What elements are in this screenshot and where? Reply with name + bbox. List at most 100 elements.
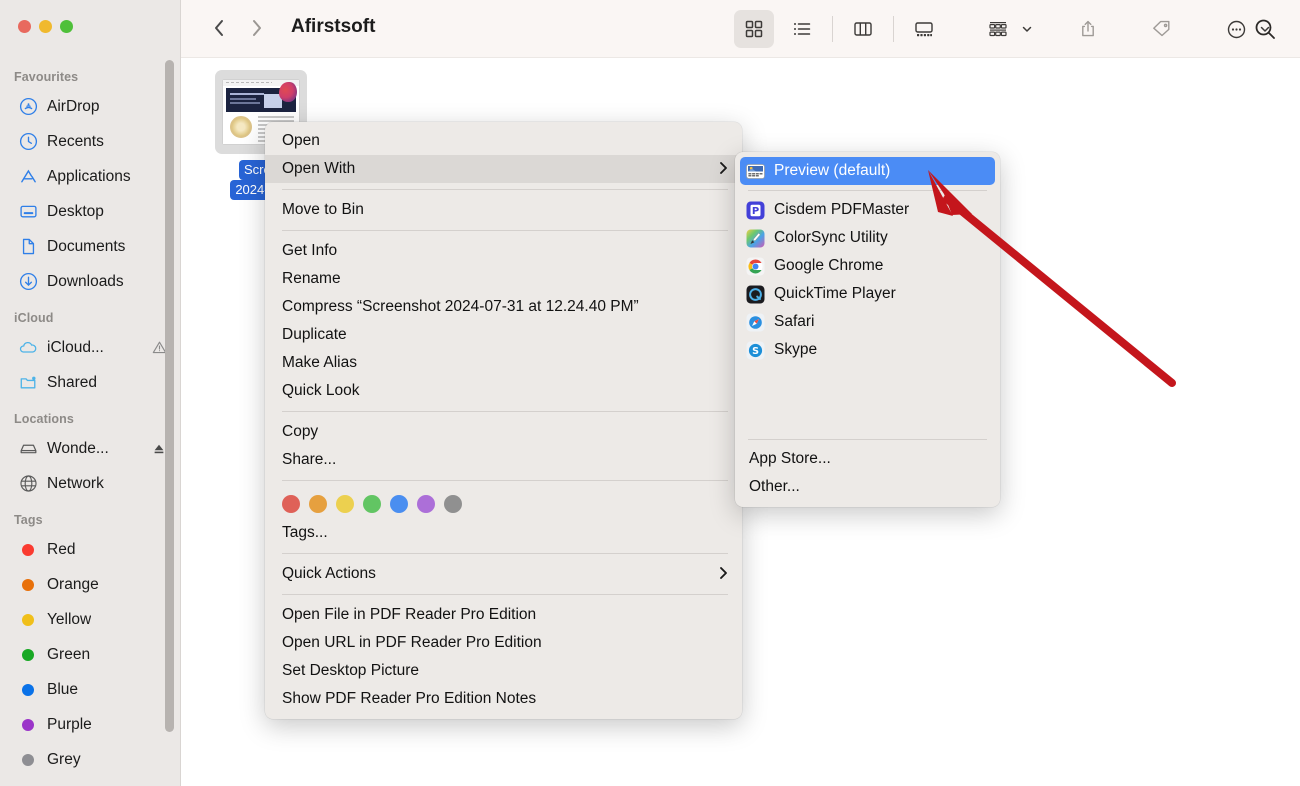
forward-button[interactable] xyxy=(249,14,265,42)
sidebar-item-wonde[interactable]: Wonde... xyxy=(6,431,175,466)
context-menu-item-move-to-bin[interactable]: Move to Bin xyxy=(265,196,742,224)
sidebar-item-shared[interactable]: Shared xyxy=(6,365,175,400)
sidebar-item-recents[interactable]: Recents xyxy=(6,124,175,159)
tag-swatch-orange[interactable] xyxy=(309,495,327,513)
menu-item-label: Show PDF Reader Pro Edition Notes xyxy=(282,690,537,707)
applications-icon xyxy=(18,167,38,187)
tag-swatch-green[interactable] xyxy=(363,495,381,513)
context-menu-item-open-with[interactable]: Open With xyxy=(265,155,742,183)
tag-swatch-red[interactable] xyxy=(282,495,300,513)
minimize-button[interactable] xyxy=(39,20,52,33)
tag-dot-icon xyxy=(18,645,38,665)
context-menu-item-open[interactable]: Open xyxy=(265,127,742,155)
submenu-item-other[interactable]: Other... xyxy=(735,473,1000,501)
sidebar-item-label: Documents xyxy=(47,237,126,255)
submenu-item-app-store[interactable]: App Store... xyxy=(735,445,1000,473)
submenu-item-label: Google Chrome xyxy=(774,257,884,274)
gallery-view-button[interactable] xyxy=(904,10,944,48)
submenu-empty-space xyxy=(735,364,1000,434)
sidebar-scroll-area: Favourites AirDrop Recents Applications … xyxy=(0,58,181,786)
tag-button[interactable] xyxy=(1142,10,1182,48)
skype-app-icon: S xyxy=(746,341,765,360)
group-by-button[interactable] xyxy=(978,10,1018,48)
tag-swatch-purple[interactable] xyxy=(417,495,435,513)
menu-divider xyxy=(282,230,728,231)
submenu-item-quicktime-player[interactable]: QuickTime Player xyxy=(735,280,1000,308)
context-menu-item-quick-look[interactable]: Quick Look xyxy=(265,377,742,405)
submenu-item-safari[interactable]: Safari xyxy=(735,308,1000,336)
sidebar-item-label: Network xyxy=(47,474,104,492)
context-menu-item-get-info[interactable]: Get Info xyxy=(265,237,742,265)
sidebar-tag-yellow[interactable]: Yellow xyxy=(6,602,175,637)
sidebar-tag-purple[interactable]: Purple xyxy=(6,707,175,742)
menu-item-label: Make Alias xyxy=(282,354,357,371)
sidebar-item-applications[interactable]: Applications xyxy=(6,159,175,194)
toolbar-divider xyxy=(893,16,894,42)
tag-swatch-blue[interactable] xyxy=(390,495,408,513)
menu-divider xyxy=(282,553,728,554)
close-button[interactable] xyxy=(18,20,31,33)
context-menu-item-duplicate[interactable]: Duplicate xyxy=(265,321,742,349)
context-menu-item-tags[interactable]: Tags... xyxy=(265,519,742,547)
submenu-item-label: Preview (default) xyxy=(774,162,891,179)
context-menu-item-open-url-pdf-reader-pro[interactable]: Open URL in PDF Reader Pro Edition xyxy=(265,629,742,657)
tag-dot-icon xyxy=(18,750,38,770)
sidebar-tag-green[interactable]: Green xyxy=(6,637,175,672)
sidebar-group-tags-title: Tags xyxy=(14,513,43,527)
sidebar-item-downloads[interactable]: Downloads xyxy=(6,264,175,299)
sidebar-item-label: Blue xyxy=(47,680,79,698)
sidebar-item-documents[interactable]: Documents xyxy=(6,229,175,264)
context-menu-item-show-pdf-reader-pro-notes[interactable]: Show PDF Reader Pro Edition Notes xyxy=(265,685,742,713)
menu-divider xyxy=(282,480,728,481)
submenu-item-preview-default[interactable]: Preview (default) xyxy=(740,157,995,185)
context-menu-item-compress[interactable]: Compress “Screenshot 2024-07-31 at 12.24… xyxy=(265,293,742,321)
sidebar-scrollbar[interactable] xyxy=(165,60,174,760)
context-menu-item-set-desktop-picture[interactable]: Set Desktop Picture xyxy=(265,657,742,685)
submenu-item-label: Skype xyxy=(774,341,818,358)
sidebar-tag-orange[interactable]: Orange xyxy=(6,567,175,602)
context-menu-item-share[interactable]: Share... xyxy=(265,446,742,474)
sidebar-item-airdrop[interactable]: AirDrop xyxy=(6,89,175,124)
sidebar-tag-grey[interactable]: Grey xyxy=(6,742,175,777)
sidebar-item-network[interactable]: Network xyxy=(6,466,175,501)
sidebar-item-label: AirDrop xyxy=(47,97,100,115)
context-menu-item-copy[interactable]: Copy xyxy=(265,418,742,446)
context-menu-item-rename[interactable]: Rename xyxy=(265,265,742,293)
tag-swatch-yellow[interactable] xyxy=(336,495,354,513)
menu-item-label: Rename xyxy=(282,270,341,287)
share-button[interactable] xyxy=(1068,10,1108,48)
back-button[interactable] xyxy=(211,14,227,42)
context-menu-item-open-file-pdf-reader-pro[interactable]: Open File in PDF Reader Pro Edition xyxy=(265,601,742,629)
sidebar-item-icloud-drive[interactable]: iCloud... xyxy=(6,330,175,365)
sidebar-item-label: Orange xyxy=(47,575,99,593)
sidebar-tag-blue[interactable]: Blue xyxy=(6,672,175,707)
icon-view-button[interactable] xyxy=(734,10,774,48)
tag-swatch-grey[interactable] xyxy=(444,495,462,513)
zoom-button[interactable] xyxy=(60,20,73,33)
submenu-item-cisdem-pdfmaster[interactable]: P Cisdem PDFMaster xyxy=(735,196,1000,224)
menu-item-label: Get Info xyxy=(282,242,338,259)
sidebar-tag-red[interactable]: Red xyxy=(6,532,175,567)
search-button[interactable] xyxy=(1248,12,1282,46)
chevron-right-icon xyxy=(719,566,728,583)
menu-item-label: Quick Actions xyxy=(282,565,376,582)
sidebar-item-label: Wonde... xyxy=(47,439,109,457)
context-menu-item-make-alias[interactable]: Make Alias xyxy=(265,349,742,377)
column-view-button[interactable] xyxy=(843,10,883,48)
tag-color-swatches xyxy=(265,487,742,519)
colorsync-utility-app-icon xyxy=(746,229,765,248)
menu-divider xyxy=(282,411,728,412)
sidebar-scrollbar-thumb[interactable] xyxy=(165,60,174,732)
submenu-item-colorsync-utility[interactable]: ColorSync Utility xyxy=(735,224,1000,252)
sidebar-item-label: Yellow xyxy=(47,610,92,628)
context-menu: Open Open With Move to Bin Get Info Rena… xyxy=(265,122,742,719)
submenu-item-google-chrome[interactable]: Google Chrome xyxy=(735,252,1000,280)
submenu-item-skype[interactable]: S Skype xyxy=(735,336,1000,364)
sidebar-group-locations-title: Locations xyxy=(14,412,74,426)
list-view-button[interactable] xyxy=(782,10,822,48)
sidebar-item-desktop[interactable]: Desktop xyxy=(6,194,175,229)
tag-dot-icon xyxy=(18,575,38,595)
chevron-down-icon[interactable] xyxy=(1020,22,1034,36)
cisdem-pdfmaster-app-icon: P xyxy=(746,201,765,220)
context-menu-item-quick-actions[interactable]: Quick Actions xyxy=(265,560,742,588)
